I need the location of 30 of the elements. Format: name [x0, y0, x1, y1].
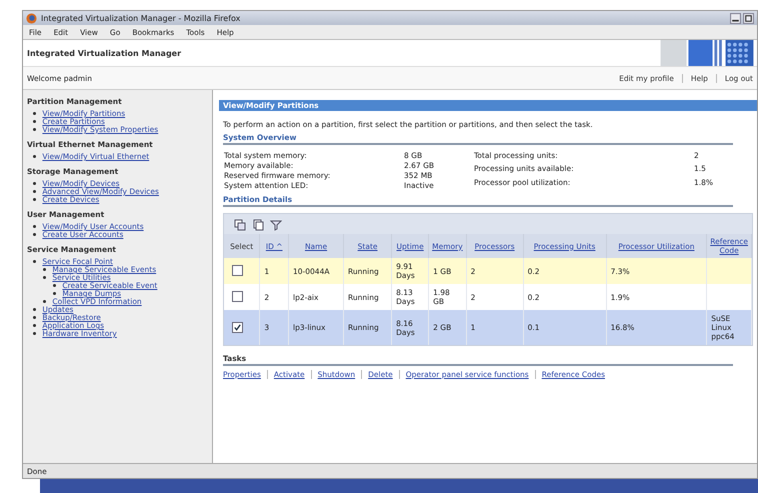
bullet-icon	[33, 332, 36, 336]
bullet-icon	[33, 112, 36, 116]
maximize-button[interactable]	[743, 12, 754, 24]
funnel-icon[interactable]	[270, 219, 282, 231]
bullet-icon	[33, 198, 36, 202]
bullet-icon	[33, 155, 36, 158]
app-title: Integrated Virtualization Manager	[27, 48, 182, 58]
bullet-icon	[53, 284, 56, 288]
bullet-icon	[43, 268, 46, 272]
checkbox[interactable]	[232, 264, 243, 276]
bullet-icon	[53, 292, 56, 296]
bullet-icon	[43, 276, 46, 280]
pages-icon[interactable]	[252, 219, 264, 231]
bullet-icon	[33, 182, 36, 186]
bullet-icon	[33, 260, 36, 264]
bullet-icon	[33, 324, 36, 328]
bullet-icon	[33, 316, 36, 320]
bullet-icon	[33, 120, 36, 124]
bullet-icon	[43, 300, 46, 304]
minimize-button[interactable]	[730, 12, 741, 24]
bullet-icon	[33, 128, 36, 132]
bullet-icon	[33, 190, 36, 194]
window-title: Integrated Virtualization Manager - Mozilla Firefox	[41, 14, 242, 22]
copy-icon[interactable]	[234, 219, 246, 231]
checkbox[interactable]	[232, 290, 243, 302]
bullet-icon	[33, 225, 36, 228]
bullet-icon	[33, 233, 36, 236]
checkbox[interactable]	[232, 322, 243, 332]
bullet-icon	[33, 308, 36, 312]
browser-logo-icon	[26, 12, 37, 24]
